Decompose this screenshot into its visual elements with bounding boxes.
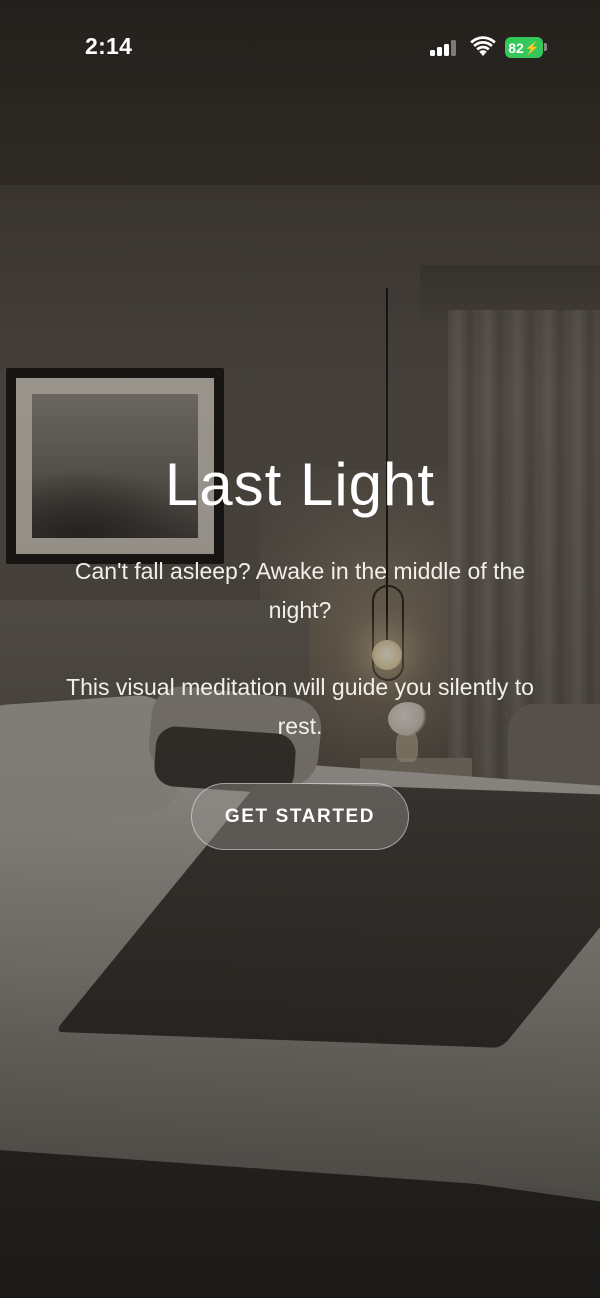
app-title: Last Light [164, 451, 436, 518]
bedroom-background-image [0, 0, 600, 1298]
welcome-screen: 2:14 82 ⚡ Last Light Can't fall asleep? A… [0, 0, 600, 1298]
dark-overlay [0, 0, 600, 1298]
status-bar: 2:14 82 ⚡ [0, 0, 600, 96]
tagline: Can't fall asleep? Awake in the middle o… [74, 558, 526, 623]
battery-level: 82 [508, 39, 524, 56]
description: This visual meditation will guide you si… [66, 674, 534, 739]
status-time: 2:14 [85, 33, 133, 59]
get-started-button[interactable]: GET STARTED [191, 783, 409, 850]
wifi-icon [470, 36, 496, 56]
cellular-signal-icon [430, 38, 462, 56]
charging-bolt-icon: ⚡ [524, 40, 540, 55]
battery-charging-icon: 82 ⚡ [505, 37, 543, 58]
